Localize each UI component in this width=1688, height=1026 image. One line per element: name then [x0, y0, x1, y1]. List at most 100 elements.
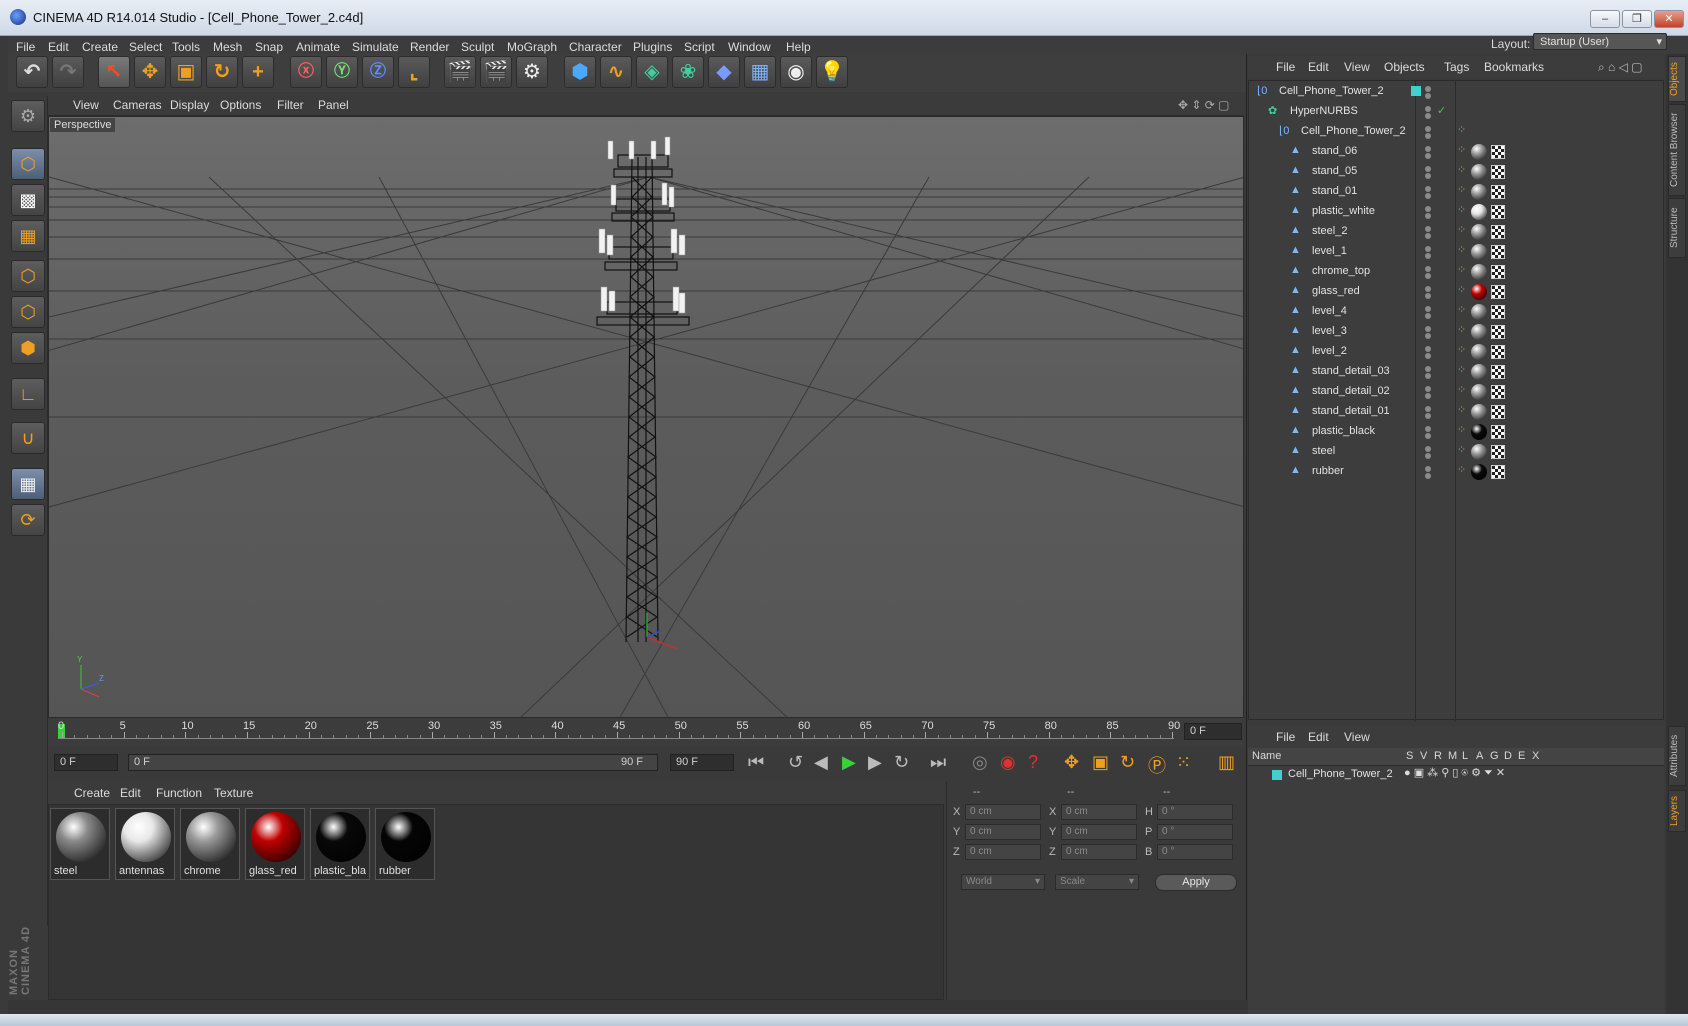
object-name[interactable]: steel_2	[1312, 225, 1347, 237]
uvw-tag-icon[interactable]	[1491, 345, 1505, 359]
coord-value-field[interactable]: 0 °	[1157, 824, 1233, 840]
render-visibility-dot[interactable]	[1425, 293, 1431, 299]
go-to-end-icon[interactable]: ⏭	[930, 752, 946, 773]
render-visibility-dot[interactable]	[1425, 453, 1431, 459]
editor-visibility-dot[interactable]	[1425, 306, 1431, 312]
tab-attributes[interactable]: Attributes	[1668, 726, 1686, 786]
uvw-tag-icon[interactable]	[1491, 305, 1505, 319]
uvw-tag-icon[interactable]	[1491, 205, 1505, 219]
viewport-menu-cameras[interactable]: Cameras	[113, 98, 162, 112]
light-icon[interactable]: 💡	[816, 56, 848, 88]
add-icon[interactable]: +	[242, 56, 274, 88]
phong-tag-icon[interactable]: ⁘	[1457, 123, 1466, 136]
render-visibility-dot[interactable]	[1425, 273, 1431, 279]
object-name[interactable]: stand_detail_01	[1312, 405, 1390, 417]
redo-icon[interactable]: ↷	[52, 56, 84, 88]
coord-value-field[interactable]: 0 cm	[1061, 804, 1137, 820]
editor-visibility-dot[interactable]	[1425, 266, 1431, 272]
phong-tag-icon[interactable]: ⁘	[1457, 263, 1466, 276]
render-visibility-dot[interactable]	[1425, 133, 1431, 139]
object-name[interactable]: level_3	[1312, 325, 1347, 337]
editor-visibility-dot[interactable]	[1425, 426, 1431, 432]
timeline-ruler[interactable]: 0 5 10 15 20 25 30 35 40 45 50 55 60 65 70 75 80 85 90 0 F	[48, 718, 1244, 746]
menu-character[interactable]: Character	[569, 40, 622, 54]
layer-flag-icons[interactable]: ● ▣ ⁂ ⚲ ▯ ⍟ ⚙ ⏷ ✕	[1404, 766, 1505, 780]
menu-simulate[interactable]: Simulate	[352, 40, 399, 54]
object-row[interactable]: ▲ level_4 ⁘	[1249, 302, 1663, 322]
editor-visibility-dot[interactable]	[1425, 466, 1431, 472]
floor-icon[interactable]: ▦	[744, 56, 776, 88]
object-name[interactable]: stand_01	[1312, 185, 1357, 197]
phong-tag-icon[interactable]: ⁘	[1457, 303, 1466, 316]
render-visibility-dot[interactable]	[1425, 173, 1431, 179]
layer-menu-edit[interactable]: Edit	[1308, 730, 1329, 744]
menu-select[interactable]: Select	[129, 40, 162, 54]
play-icon[interactable]: ▶	[842, 752, 856, 773]
editor-visibility-dot[interactable]	[1425, 146, 1431, 152]
start-frame-field[interactable]: 0 F	[54, 754, 118, 771]
object-menu-edit[interactable]: Edit	[1308, 60, 1329, 74]
render-view-icon[interactable]: 🎬	[444, 56, 476, 88]
tab-objects[interactable]: Objects	[1668, 56, 1686, 102]
layer-color-swatch[interactable]	[1272, 770, 1282, 780]
object-row[interactable]: ▲ steel ⁘	[1249, 442, 1663, 462]
uvw-tag-icon[interactable]	[1491, 225, 1505, 239]
material-menu-create[interactable]: Create	[74, 786, 110, 800]
deformer-icon[interactable]: ◆	[708, 56, 740, 88]
model-mode-icon[interactable]: ⚙	[11, 100, 45, 132]
object-name[interactable]: Cell_Phone_Tower_2	[1279, 85, 1384, 97]
coord-type-select[interactable]: Scale ▾	[1055, 874, 1139, 890]
object-name[interactable]: stand_05	[1312, 165, 1357, 177]
editor-visibility-dot[interactable]	[1425, 326, 1431, 332]
render-visibility-dot[interactable]	[1425, 253, 1431, 259]
object-name[interactable]: Cell_Phone_Tower_2	[1301, 125, 1406, 137]
object-name[interactable]: level_2	[1312, 345, 1347, 357]
uvw-tag-icon[interactable]	[1491, 385, 1505, 399]
uvw-tag-icon[interactable]	[1491, 465, 1505, 479]
layer-flag-header[interactable]: M	[1448, 750, 1457, 762]
material-swatch[interactable]: rubber	[375, 808, 435, 880]
edges-mode-icon[interactable]: ⬡	[11, 296, 45, 328]
layer-color-swatch[interactable]	[1411, 86, 1421, 96]
world-coords-icon[interactable]: ⌞	[398, 56, 430, 88]
material-tag-icon[interactable]	[1471, 164, 1487, 180]
menu-animate[interactable]: Animate	[296, 40, 340, 54]
object-menu-file[interactable]: File	[1276, 60, 1295, 74]
viewport-menu-view[interactable]: View	[73, 98, 99, 112]
render-visibility-dot[interactable]	[1425, 433, 1431, 439]
x-axis-icon[interactable]: ⓧ	[290, 56, 322, 88]
uvw-tag-icon[interactable]	[1491, 445, 1505, 459]
uvw-tag-icon[interactable]	[1491, 365, 1505, 379]
go-to-start-icon[interactable]: ⏮	[748, 752, 764, 773]
key-pla-icon[interactable]: ⁙	[1176, 752, 1191, 773]
prev-key-icon[interactable]: ↺	[788, 752, 803, 773]
material-swatch[interactable]: plastic_bla	[310, 808, 370, 880]
phong-tag-icon[interactable]: ⁘	[1457, 243, 1466, 256]
object-name[interactable]: plastic_white	[1312, 205, 1375, 217]
editor-visibility-dot[interactable]	[1425, 86, 1431, 92]
material-tag-icon[interactable]	[1471, 224, 1487, 240]
phong-tag-icon[interactable]: ⁘	[1457, 143, 1466, 156]
editor-visibility-dot[interactable]	[1425, 226, 1431, 232]
layer-flag-header[interactable]: R	[1434, 750, 1442, 762]
workplane-icon[interactable]: ▦	[11, 220, 45, 252]
object-menu-tags[interactable]: Tags	[1444, 60, 1469, 74]
object-row[interactable]: ▲ rubber ⁘	[1249, 462, 1663, 482]
material-menu-texture[interactable]: Texture	[214, 786, 253, 800]
uvw-tag-icon[interactable]	[1491, 405, 1505, 419]
object-name[interactable]: plastic_black	[1312, 425, 1375, 437]
editor-visibility-dot[interactable]	[1425, 346, 1431, 352]
texture-mode-icon[interactable]: ▩	[11, 184, 45, 216]
object-name[interactable]: stand_detail_03	[1312, 365, 1390, 377]
keyframe-selection-icon[interactable]: ?	[1028, 752, 1038, 773]
editor-visibility-dot[interactable]	[1425, 106, 1431, 112]
render-visibility-dot[interactable]	[1425, 373, 1431, 379]
menu-edit[interactable]: Edit	[48, 40, 69, 54]
menu-snap[interactable]: Snap	[255, 40, 283, 54]
coord-value-field[interactable]: 0 cm	[965, 844, 1041, 860]
polygons-mode-icon[interactable]: ⬢	[11, 332, 45, 364]
live-select-icon[interactable]: ↖	[98, 56, 130, 88]
viewport-menu-display[interactable]: Display	[170, 98, 209, 112]
rotate-icon[interactable]: ↻	[206, 56, 238, 88]
current-frame-field[interactable]: 0 F	[1184, 723, 1242, 740]
